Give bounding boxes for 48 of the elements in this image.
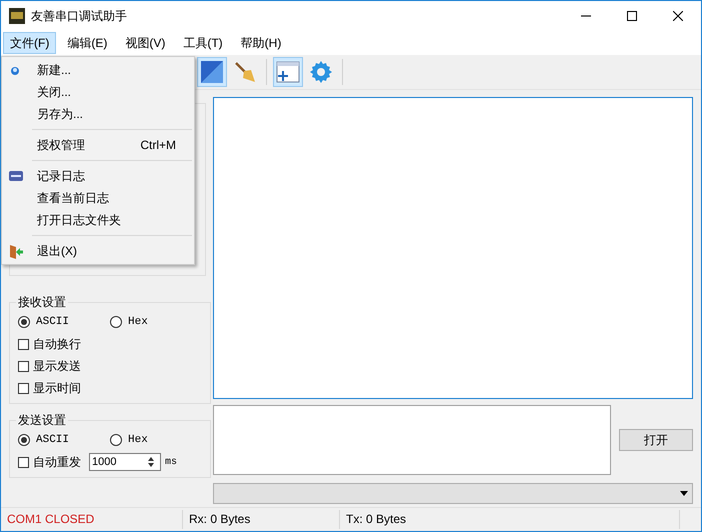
exit-door-icon xyxy=(8,244,24,260)
log-icon xyxy=(8,169,24,183)
rx-counter: Rx: 0 Bytes xyxy=(183,510,340,529)
interval-spinbox[interactable]: 1000 xyxy=(89,453,161,471)
radio-label: Hex xyxy=(128,434,148,446)
menu-entry[interactable]: 记录日志 xyxy=(2,165,194,187)
menu-item[interactable]: 帮助(H) xyxy=(234,32,288,54)
menu-item[interactable]: 编辑(E) xyxy=(60,32,114,54)
dropdown-arrow-icon xyxy=(680,491,688,496)
menu-entry[interactable]: 退出(X) xyxy=(2,240,194,262)
menu-entry[interactable]: 新建... xyxy=(2,59,194,81)
gradient-square-icon xyxy=(200,60,224,84)
settings-icon xyxy=(309,60,333,84)
app-icon xyxy=(9,8,25,24)
radio-button[interactable] xyxy=(110,316,122,328)
menu-item[interactable]: 工具(T) xyxy=(176,32,230,54)
tx-counter: Tx: 0 Bytes xyxy=(340,510,680,529)
menu-item[interactable]: 文件(F) xyxy=(3,32,56,54)
open-button[interactable]: 打开 xyxy=(619,429,693,451)
group-title: 发送设置 xyxy=(17,412,67,429)
port-status: COM1 CLOSED xyxy=(1,510,183,529)
radio-button[interactable] xyxy=(18,316,30,328)
checkbox[interactable]: 自动重发 xyxy=(18,454,81,470)
menu-entry[interactable]: 授权管理 Ctrl+M xyxy=(2,134,194,156)
toolbar-button[interactable] xyxy=(273,57,303,87)
checkbox[interactable]: 自动换行 xyxy=(18,336,81,352)
checkbox[interactable]: 显示发送 xyxy=(18,358,81,374)
spin-arrows-icon[interactable] xyxy=(146,455,156,469)
menu-entry[interactable]: 关闭... xyxy=(2,81,194,103)
radio-label: Hex xyxy=(128,316,148,328)
radio-label: ASCII xyxy=(36,434,70,446)
menu-item[interactable]: 视图(V) xyxy=(118,32,172,54)
window-title: 友善串口调试助手 xyxy=(31,8,128,24)
radio-button[interactable] xyxy=(110,434,122,446)
send-input[interactable] xyxy=(213,405,611,475)
menu-entry[interactable]: 查看当前日志 xyxy=(2,187,194,209)
radio-button[interactable] xyxy=(18,434,30,446)
menu-entry[interactable]: 另存为... xyxy=(2,103,194,125)
menu-entry[interactable]: 打开日志文件夹 xyxy=(2,209,194,231)
unit-label: ms xyxy=(165,456,178,468)
window-plus-icon xyxy=(276,60,300,84)
maximize-icon xyxy=(627,11,637,21)
close-icon xyxy=(673,11,683,21)
radio-label: ASCII xyxy=(36,316,70,328)
toolbar-button[interactable] xyxy=(197,57,227,87)
group-title: 接收设置 xyxy=(17,294,67,311)
broom-icon xyxy=(233,60,257,84)
checkbox[interactable]: 显示时间 xyxy=(18,380,81,396)
